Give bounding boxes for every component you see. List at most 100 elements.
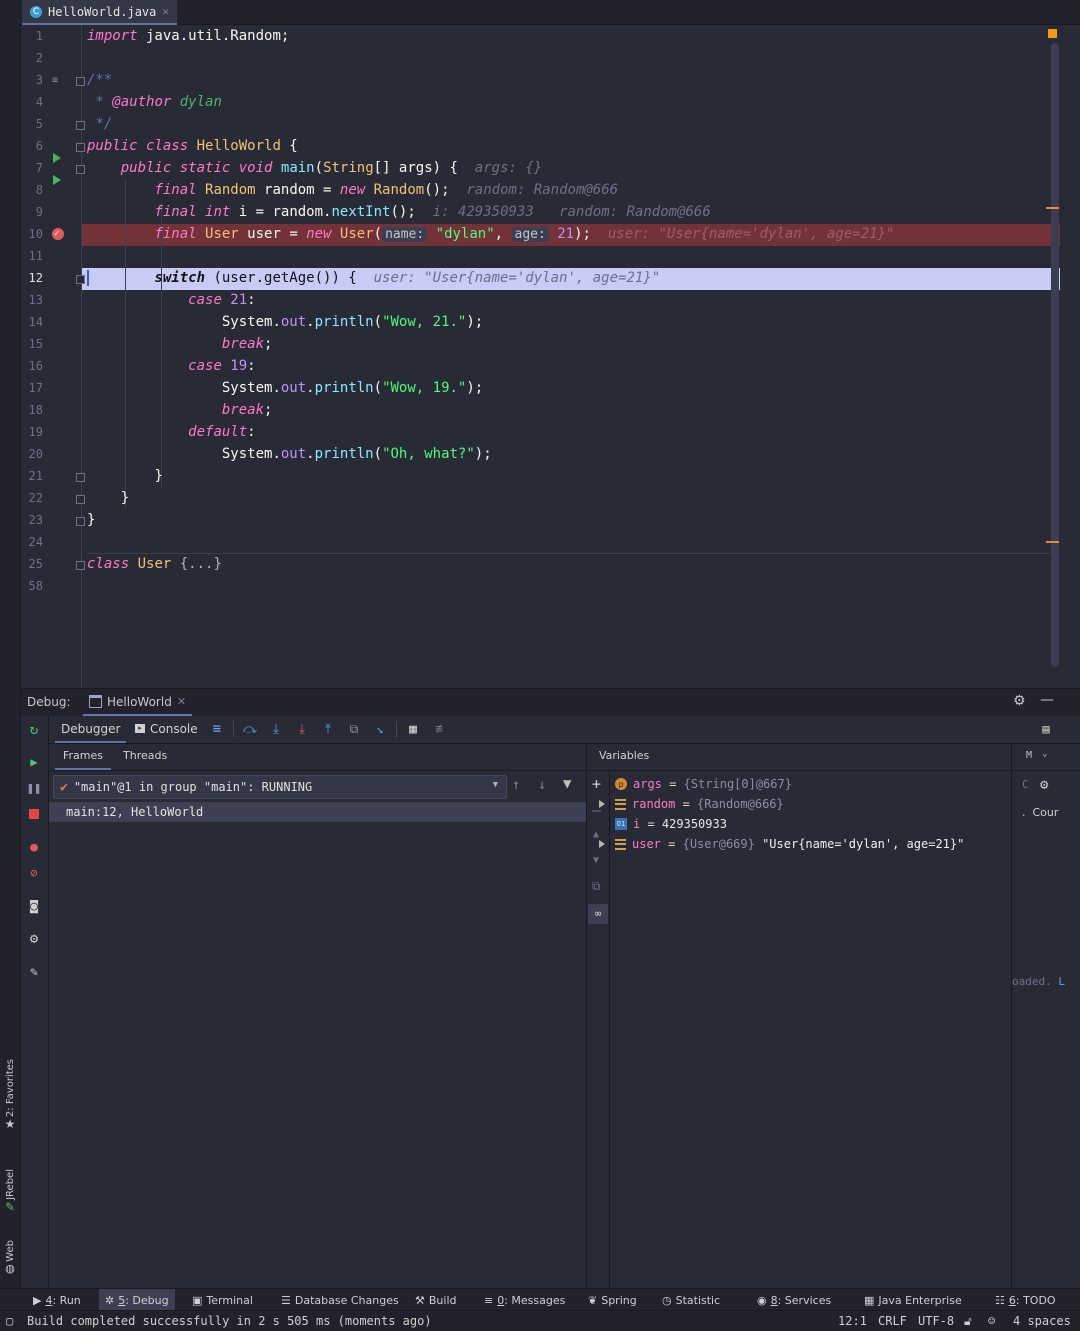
tab-debugger[interactable]: Debugger	[55, 716, 127, 743]
expand-icon[interactable]	[599, 840, 605, 848]
line-number[interactable]: 3	[21, 69, 43, 91]
tool-window-button[interactable]: ▣ Terminal	[186, 1289, 259, 1311]
line-number[interactable]: 21	[21, 465, 43, 487]
copy-icon[interactable]: ⧉	[592, 879, 601, 894]
gear-icon[interactable]: ⚙	[1040, 777, 1048, 793]
tool-window-button[interactable]: ▦ Java Enterprise	[858, 1289, 968, 1311]
frame-row[interactable]: main:12, HelloWorld	[49, 802, 586, 822]
line-number[interactable]: 18	[21, 399, 43, 421]
tool-window-button[interactable]: ◉ 8: Services	[751, 1289, 837, 1311]
close-icon[interactable]: ✕	[177, 695, 186, 708]
line-number[interactable]: 14	[21, 311, 43, 333]
editor-tab-helloworld[interactable]: C HelloWorld.java ✕	[22, 0, 177, 25]
watches-tab-label[interactable]: M	[1026, 750, 1032, 761]
chevron-down-icon[interactable]: ⌄	[1042, 749, 1047, 759]
variable-row[interactable]: p args = {String[0]@667}	[615, 774, 792, 794]
evaluate-expression-icon[interactable]: ▦	[403, 719, 423, 739]
filter-icon[interactable]: ▼	[563, 776, 571, 792]
tab-frames[interactable]: Frames	[55, 744, 112, 770]
line-number[interactable]: 5	[21, 113, 43, 135]
file-encoding[interactable]: UTF-8	[918, 1311, 954, 1331]
run-gutter-icon[interactable]	[53, 169, 61, 185]
line-number[interactable]: 17	[21, 377, 43, 399]
editor-scrollbar[interactable]	[1051, 43, 1059, 667]
stop-icon[interactable]	[24, 804, 44, 824]
settings-icon[interactable]: ⚙	[24, 929, 44, 949]
line-number[interactable]: 15	[21, 333, 43, 355]
debug-session-tab[interactable]: HelloWorld ✕	[83, 689, 193, 716]
documentation-icon[interactable]: ≡	[52, 70, 58, 92]
tool-window-button[interactable]: ✲ 5: Debug	[99, 1289, 175, 1311]
drop-frame-icon[interactable]: ⧉	[344, 719, 364, 739]
line-number[interactable]: 19	[21, 421, 43, 443]
layout-icon[interactable]: ▤	[1036, 719, 1056, 739]
refresh-icon[interactable]: C	[1022, 778, 1029, 791]
inspector-icon[interactable]: ☺	[988, 1311, 995, 1331]
jrebel-tool-button[interactable]: JRebel ✎	[2, 1169, 18, 1214]
warning-marker[interactable]	[1048, 29, 1057, 38]
variable-row[interactable]: user = {User@669} "User{name='dylan', ag…	[599, 834, 964, 854]
fold-marker[interactable]	[76, 275, 85, 284]
resume-icon[interactable]: ▶	[24, 752, 44, 772]
line-number[interactable]: 12	[21, 267, 43, 289]
arrow-down-icon[interactable]: ↓	[538, 777, 546, 793]
camera-icon[interactable]: ◙	[24, 896, 44, 916]
add-icon[interactable]: +	[592, 775, 601, 793]
breakpoint-icon[interactable]: ✓	[52, 228, 64, 240]
error-stripe-marker[interactable]	[1046, 207, 1059, 209]
pin-icon[interactable]: ✎	[24, 962, 44, 982]
run-gutter-icon[interactable]	[53, 147, 61, 163]
mute-breakpoints-icon[interactable]: ⊘	[24, 863, 44, 883]
line-number[interactable]: 11	[21, 245, 43, 267]
rerun-icon[interactable]: ↻	[24, 720, 44, 740]
fold-marker[interactable]	[76, 165, 85, 174]
line-number[interactable]: 58	[21, 575, 43, 597]
fold-marker[interactable]	[76, 517, 85, 526]
line-number[interactable]: 8	[21, 179, 43, 201]
force-step-into-icon[interactable]: ⤓	[292, 719, 312, 739]
arrow-up-icon[interactable]: ↑	[512, 777, 520, 793]
view-breakpoints-icon[interactable]: ●	[24, 837, 44, 857]
glasses-icon[interactable]: ∞	[588, 904, 608, 924]
web-tool-button[interactable]: Web ◍	[2, 1240, 18, 1275]
trace-icon[interactable]: ≢	[429, 719, 449, 739]
step-over-icon[interactable]: ⤼	[240, 719, 260, 739]
lock-icon[interactable]: 🔓︎	[964, 1311, 972, 1331]
line-number[interactable]: 1	[21, 25, 43, 47]
indent-setting[interactable]: 4 spaces	[1013, 1311, 1071, 1331]
editor-gutter[interactable]: 1 2 3 4 5 6 7 8 9 10 11 12 13 14 15 16 17 18 19 20 21 22 23 24 2…	[21, 25, 85, 688]
tool-window-button[interactable]: ☷ 6: TODO	[989, 1289, 1062, 1311]
step-into-icon[interactable]: ⤓	[266, 719, 286, 739]
pause-icon[interactable]: ❚❚	[24, 778, 44, 798]
move-up-icon[interactable]: ▲	[593, 829, 599, 840]
fold-marker[interactable]	[76, 561, 85, 570]
show-execution-point-icon[interactable]: ≡	[207, 719, 227, 739]
line-number[interactable]: 20	[21, 443, 43, 465]
thread-select[interactable]: ✔ "main"@1 in group "main": RUNNING ▼	[53, 775, 507, 799]
fold-marker[interactable]	[76, 121, 85, 130]
line-number[interactable]: 23	[21, 509, 43, 531]
line-number[interactable]: 16	[21, 355, 43, 377]
variable-row[interactable]: 01 i = 429350933	[615, 814, 727, 834]
line-number[interactable]: 2	[21, 47, 43, 69]
run-to-cursor-icon[interactable]: ↘	[370, 719, 390, 739]
code-editor[interactable]: 1 2 3 4 5 6 7 8 9 10 11 12 13 14 15 16 17 18 19 20 21 22 23 24 2…	[21, 25, 1060, 688]
variable-row[interactable]: random = {Random@666}	[599, 794, 784, 814]
gear-icon[interactable]: ⚙	[1013, 693, 1026, 709]
minimize-icon[interactable]: —	[1040, 692, 1054, 708]
folded-region[interactable]: {...}	[171, 556, 222, 572]
tool-window-button[interactable]: ☰ Database Changes	[275, 1289, 405, 1311]
line-number[interactable]: 25	[21, 553, 43, 575]
expand-icon[interactable]	[599, 800, 605, 808]
fold-marker[interactable]	[76, 77, 85, 86]
caret-position[interactable]: 12:1	[838, 1311, 867, 1331]
line-number[interactable]: 4	[21, 91, 43, 113]
tab-threads[interactable]: Threads	[115, 744, 175, 768]
close-icon[interactable]: ✕	[162, 5, 169, 18]
line-number[interactable]: 22	[21, 487, 43, 509]
tool-window-button[interactable]: ▶ 4: Run	[27, 1289, 87, 1311]
status-toggle-icon[interactable]: ▢	[6, 1311, 13, 1331]
line-number[interactable]: 24	[21, 531, 43, 553]
tool-window-button[interactable]: ❦ Spring	[582, 1289, 643, 1311]
line-number[interactable]: 13	[21, 289, 43, 311]
